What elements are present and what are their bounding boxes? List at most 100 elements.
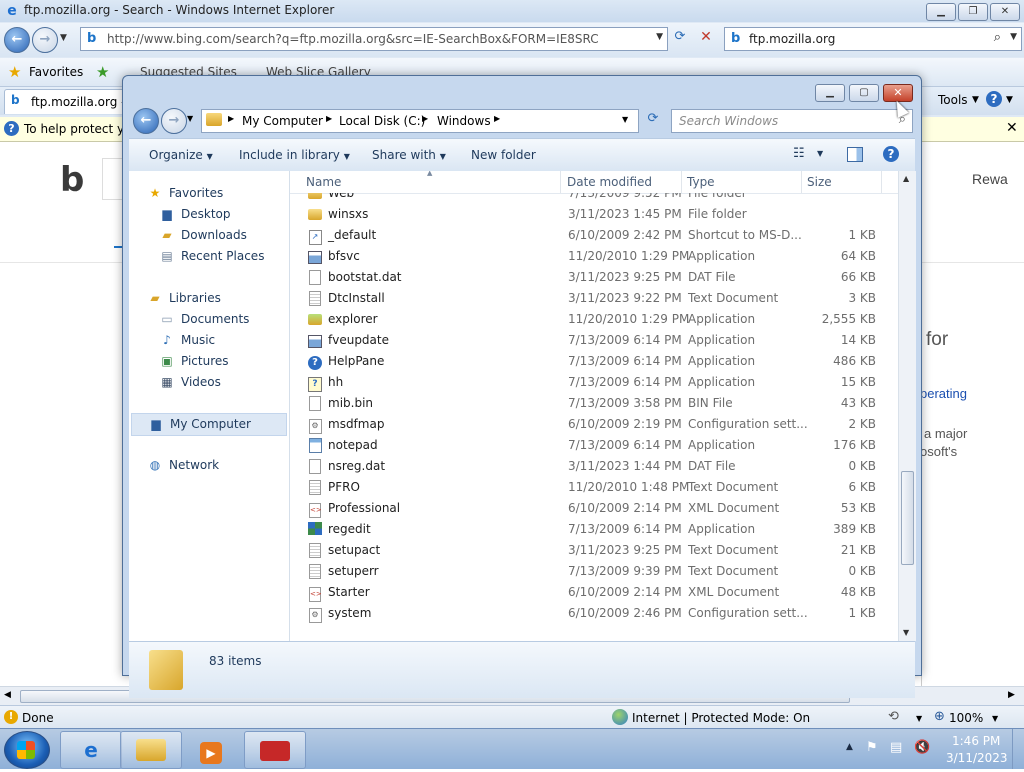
network-tray-icon[interactable]: ▤ <box>890 740 902 755</box>
popup-dropdown-icon[interactable]: ▼ <box>916 714 922 723</box>
explorer-forward-button[interactable]: → <box>161 108 187 134</box>
search-provider-dropdown[interactable]: ▼ <box>1010 32 1017 42</box>
ie-minimize-button[interactable]: ▁ <box>926 3 956 21</box>
ie-search-box[interactable]: b ftp.mozilla.org ⌕ ▼ <box>724 27 1022 51</box>
explorer-refresh-icon[interactable]: ⟳ <box>643 111 663 131</box>
warning-shield-icon[interactable]: ! <box>4 710 18 724</box>
ie-forward-button[interactable]: → <box>32 27 58 53</box>
breadcrumb-my-computer[interactable]: My Computer <box>242 114 323 128</box>
scroll-left-icon[interactable]: ◀ <box>4 690 11 700</box>
view-dropdown-icon[interactable]: ▼ <box>817 149 823 158</box>
explorer-search-box[interactable]: Search Windows ⌕ <box>671 109 913 133</box>
ie-history-dropdown[interactable]: ▼ <box>60 33 67 43</box>
zoom-dropdown-icon[interactable]: ▼ <box>992 714 998 723</box>
breadcrumb-arrow-icon[interactable]: ▶ <box>494 114 500 123</box>
nav-my-computer[interactable]: ▆ My Computer <box>131 413 287 436</box>
file-row[interactable]: notepad 7/13/2009 6:14 PM Application 176 K… <box>290 435 898 456</box>
share-with-button[interactable]: Share with ▼ <box>372 148 446 162</box>
security-zone-text[interactable]: Internet | Protected Mode: On <box>632 711 810 725</box>
file-row[interactable]: <> Professional 6/10/2009 2:14 PM XML Docum… <box>290 498 898 519</box>
file-row[interactable]: <> Starter 6/10/2009 2:14 PM XML Document 48… <box>290 582 898 603</box>
taskbar-media-player-icon[interactable]: ▶ <box>180 731 242 769</box>
refresh-icon[interactable]: ⟳ <box>670 29 690 49</box>
magnifier-icon[interactable]: ⌕ <box>994 30 1001 45</box>
new-folder-button[interactable]: New folder <box>471 148 536 162</box>
explorer-help-icon[interactable]: ? <box>883 146 899 162</box>
file-list-scrollbar[interactable]: ▲ ▼ <box>898 171 916 641</box>
show-desktop-button[interactable] <box>1012 729 1024 769</box>
taskbar-toolbox-icon[interactable] <box>244 731 306 769</box>
file-row[interactable]: Web 7/13/2009 9:52 PM File folder <box>290 193 898 204</box>
file-row[interactable]: ? HelpPane 7/13/2009 6:14 PM Application 486… <box>290 351 898 372</box>
file-row[interactable]: ⚙ system 6/10/2009 2:46 PM Configuration se… <box>290 603 898 624</box>
breadcrumb-arrow-icon[interactable]: ▶ <box>228 114 234 123</box>
file-row[interactable]: nsreg.dat 3/11/2023 1:44 PM DAT File 0 KB <box>290 456 898 477</box>
file-row[interactable]: bootstat.dat 3/11/2023 9:25 PM DAT File 66 … <box>290 267 898 288</box>
explorer-address-bar[interactable]: ▶ My Computer ▶ Local Disk (C:) ▶ Window… <box>201 109 639 133</box>
explorer-maximize-button[interactable]: ▢ <box>849 84 879 102</box>
volume-muted-icon[interactable]: 🔇 <box>914 740 930 755</box>
nav-favorites[interactable]: ★ Favorites <box>147 183 307 204</box>
file-row[interactable]: fveupdate 7/13/2009 6:14 PM Application 14 … <box>290 330 898 351</box>
tools-menu[interactable]: Tools <box>938 93 968 107</box>
column-date-modified[interactable]: Date modified <box>567 175 652 189</box>
add-favorites-icon[interactable]: ★ <box>96 63 109 81</box>
organize-button[interactable]: Organize ▼ <box>149 148 213 162</box>
ie-address-bar[interactable]: b http://www.bing.com/search?q=ftp.mozil… <box>80 27 668 51</box>
column-separator[interactable] <box>560 171 561 193</box>
help-icon[interactable]: ? <box>986 91 1002 107</box>
file-row[interactable]: PFRO 11/20/2010 1:48 PM Text Document 6 KB <box>290 477 898 498</box>
scroll-right-icon[interactable]: ▶ <box>1008 690 1015 700</box>
breadcrumb-arrow-icon[interactable]: ▶ <box>422 114 428 123</box>
recent-pages-dropdown[interactable]: ▼ <box>187 114 193 123</box>
action-center-flag-icon[interactable]: ⚑ <box>866 740 878 755</box>
nav-network[interactable]: ◍ Network <box>147 455 307 476</box>
breadcrumb-arrow-icon[interactable]: ▶ <box>326 114 332 123</box>
address-dropdown-icon[interactable]: ▼ <box>622 115 628 124</box>
preview-pane-icon[interactable] <box>847 147 863 162</box>
column-name[interactable]: Name <box>306 175 341 189</box>
popup-blocker-icon[interactable]: ⟲ <box>888 709 899 724</box>
explorer-minimize-button[interactable]: ▁ <box>815 84 845 102</box>
start-button[interactable] <box>4 731 50 769</box>
result-link-fragment[interactable]: perating <box>920 386 967 401</box>
taskbar-explorer-icon[interactable] <box>120 731 182 769</box>
file-row[interactable]: setupact 3/11/2023 9:25 PM Text Document 21… <box>290 540 898 561</box>
show-hidden-icons-button[interactable]: ▲ <box>846 742 853 752</box>
file-row[interactable]: setuperr 7/13/2009 9:39 PM Text Document 0 … <box>290 561 898 582</box>
file-row[interactable]: ⚙ msdfmap 6/10/2009 2:19 PM Configuration s… <box>290 414 898 435</box>
bing-search-field[interactable] <box>102 158 123 200</box>
breadcrumb-windows[interactable]: Windows <box>437 114 491 128</box>
file-row[interactable]: bfsvc 11/20/2010 1:29 PM Application 64 KB <box>290 246 898 267</box>
infobar-close-icon[interactable]: ✕ <box>1006 120 1018 136</box>
column-size[interactable]: Size <box>807 175 832 189</box>
taskbar-ie-icon[interactable]: e <box>60 731 122 769</box>
stop-icon[interactable]: ✕ <box>696 29 716 49</box>
column-separator[interactable] <box>681 171 682 193</box>
file-row[interactable]: explorer 11/20/2010 1:29 PM Application 2,5… <box>290 309 898 330</box>
breadcrumb-local-disk[interactable]: Local Disk (C:) <box>339 114 425 128</box>
column-separator[interactable] <box>801 171 802 193</box>
column-separator[interactable] <box>881 171 882 193</box>
scroll-down-icon[interactable]: ▼ <box>903 628 909 637</box>
zoom-level[interactable]: 100% <box>949 711 983 725</box>
nav-libraries[interactable]: ▰ Libraries <box>147 288 307 309</box>
file-row[interactable]: regedit 7/13/2009 6:14 PM Application 389 K… <box>290 519 898 540</box>
rewards-text[interactable]: Rewa <box>972 171 1008 187</box>
tray-time[interactable]: 1:46 PM <box>952 734 1000 748</box>
file-row[interactable]: DtcInstall 3/11/2023 9:22 PM Text Document… <box>290 288 898 309</box>
scroll-thumb[interactable] <box>901 471 914 565</box>
file-row[interactable]: ↗ _default 6/10/2009 2:42 PM Shortcut to MS… <box>290 225 898 246</box>
file-row[interactable]: ? hh 7/13/2009 6:14 PM Application 15 KB <box>290 372 898 393</box>
ie-tab[interactable]: b ftp.mozilla.org - S <box>4 89 137 114</box>
file-row[interactable]: winsxs 3/11/2023 1:45 PM File folder <box>290 204 898 225</box>
include-in-library-button[interactable]: Include in library ▼ <box>239 148 350 162</box>
explorer-back-button[interactable]: ← <box>133 108 159 134</box>
tray-date[interactable]: 3/11/2023 <box>946 751 1008 765</box>
ie-address-dropdown[interactable]: ▼ <box>656 32 663 42</box>
file-row[interactable]: mib.bin 7/13/2009 3:58 PM BIN File 43 KB <box>290 393 898 414</box>
ie-maximize-button[interactable]: ❐ <box>958 3 988 21</box>
explorer-title-bar[interactable]: ▁ ▢ ✕ <box>123 76 921 104</box>
column-type[interactable]: Type <box>687 175 715 189</box>
ie-close-button[interactable]: ✕ <box>990 3 1020 21</box>
